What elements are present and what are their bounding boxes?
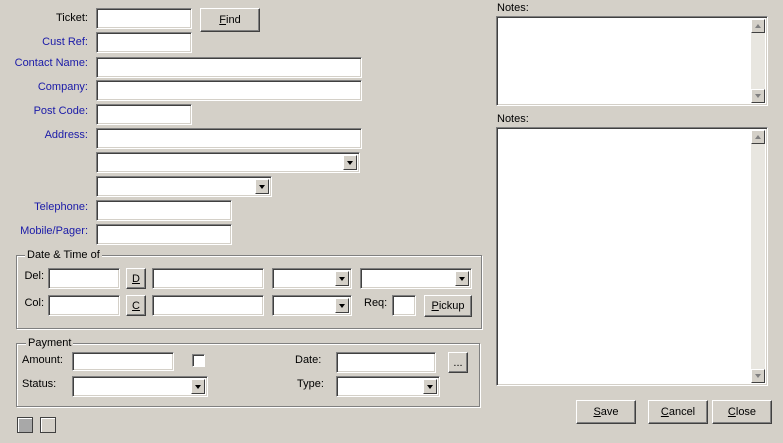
date-picker-button[interactable]: ...	[448, 352, 468, 373]
notes-bottom-scrollbar[interactable]	[751, 130, 765, 383]
save-button[interactable]: Save	[576, 400, 636, 424]
date-label: Date:	[295, 354, 322, 366]
ticket-label: Ticket:	[56, 12, 88, 24]
telephone-input[interactable]	[96, 200, 232, 221]
address-line2-combo[interactable]	[96, 152, 360, 173]
indicator-box-1[interactable]	[17, 417, 33, 433]
status-combo[interactable]	[72, 376, 208, 397]
telephone-label: Telephone:	[34, 201, 88, 213]
col-c-button[interactable]: C	[126, 295, 146, 316]
col-date-input[interactable]	[48, 295, 120, 316]
status-label: Status:	[22, 378, 57, 390]
contact-name-input[interactable]	[96, 57, 362, 78]
chevron-down-icon[interactable]	[423, 379, 437, 394]
amount-input[interactable]	[72, 352, 174, 371]
payment-checkbox[interactable]	[192, 354, 205, 367]
col-combo-1[interactable]	[272, 295, 352, 316]
chevron-down-icon[interactable]	[255, 179, 269, 194]
datetime-group	[16, 255, 482, 329]
cancel-button[interactable]: Cancel	[648, 400, 708, 424]
notes-top-scrollbar[interactable]	[751, 19, 765, 103]
scroll-up-icon[interactable]	[751, 130, 765, 144]
chevron-down-icon[interactable]	[455, 271, 469, 286]
mobile-pager-label: Mobile/Pager:	[20, 225, 88, 237]
datetime-group-legend: Date & Time of	[25, 249, 102, 261]
type-label: Type:	[297, 378, 324, 390]
amount-label: Amount:	[22, 354, 63, 366]
notes-bottom-textarea[interactable]	[496, 127, 768, 386]
address-input[interactable]	[96, 128, 362, 149]
chevron-down-icon[interactable]	[335, 298, 349, 313]
find-button[interactable]: Find	[200, 8, 260, 32]
cust-ref-label: Cust Ref:	[42, 36, 88, 48]
chevron-down-icon[interactable]	[191, 379, 205, 394]
address-label: Address:	[44, 129, 88, 141]
del-time-input[interactable]	[152, 268, 264, 289]
notes-top-textarea[interactable]	[496, 16, 768, 106]
del-combo-2[interactable]	[360, 268, 472, 289]
scroll-down-icon[interactable]	[751, 369, 765, 383]
address-line3-combo[interactable]	[96, 176, 272, 197]
scroll-down-icon[interactable]	[751, 89, 765, 103]
contact-name-label: Contact Name:	[14, 57, 88, 69]
payment-date-input[interactable]	[336, 352, 436, 373]
del-combo-1[interactable]	[272, 268, 352, 289]
chevron-down-icon[interactable]	[343, 155, 357, 170]
indicator-box-2[interactable]	[40, 417, 56, 433]
company-input[interactable]	[96, 80, 362, 101]
payment-group-legend: Payment	[26, 337, 74, 349]
close-button[interactable]: Close	[712, 400, 772, 424]
req-label: Req:	[364, 297, 388, 309]
col-label: Col:	[24, 297, 44, 309]
cust-ref-input[interactable]	[96, 32, 192, 53]
scroll-up-icon[interactable]	[751, 19, 765, 33]
chevron-down-icon[interactable]	[335, 271, 349, 286]
del-label: Del:	[24, 270, 44, 282]
del-date-input[interactable]	[48, 268, 120, 289]
col-time-input[interactable]	[152, 295, 264, 316]
mobile-pager-input[interactable]	[96, 224, 232, 245]
post-code-label: Post Code:	[33, 105, 88, 117]
company-label: Company:	[37, 81, 88, 93]
notes-bottom-label: Notes:	[497, 113, 529, 125]
notes-top-label: Notes:	[497, 2, 529, 14]
req-input[interactable]	[392, 295, 416, 316]
type-combo[interactable]	[336, 376, 440, 397]
del-d-button[interactable]: D	[126, 268, 146, 289]
ticket-input[interactable]	[96, 8, 192, 29]
pickup-button[interactable]: Pickup	[424, 295, 472, 317]
post-code-input[interactable]	[96, 104, 192, 125]
